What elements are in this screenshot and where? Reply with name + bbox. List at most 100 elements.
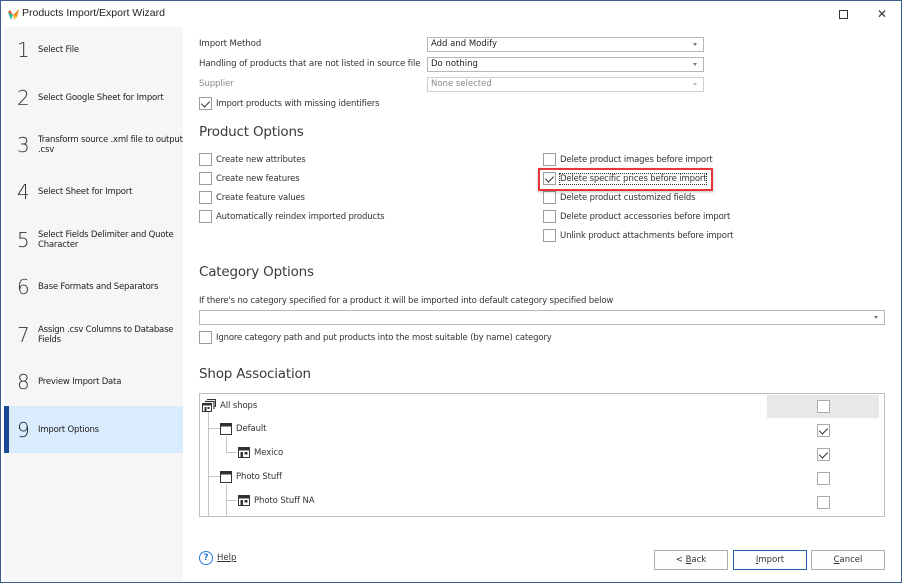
checkbox-checked[interactable] <box>816 424 830 437</box>
back-button[interactable]: < Back <box>654 550 728 570</box>
step-number: 3 <box>17 133 30 157</box>
checkbox[interactable] <box>543 210 556 223</box>
back-prefix: < <box>675 555 686 565</box>
step-base-formats[interactable]: 6 Base Formats and Separators <box>4 274 183 300</box>
checkbox-label: Delete product customized fields <box>560 192 696 203</box>
checkbox[interactable] <box>816 472 830 485</box>
category-options-title: Category Options <box>199 264 314 280</box>
check-cell <box>767 467 879 490</box>
delete-accessories-checkbox[interactable]: Delete product accessories before import <box>543 209 730 224</box>
handling-value: Do nothing <box>431 59 478 69</box>
checkbox[interactable] <box>543 191 556 204</box>
checkbox[interactable] <box>199 191 212 204</box>
step-select-sheet[interactable]: 4 Select Sheet for Import <box>4 179 183 205</box>
step-preview[interactable]: 8 Preview Import Data <box>4 369 183 395</box>
check-cell <box>767 395 879 418</box>
create-features-checkbox[interactable]: Create new features <box>199 171 300 186</box>
checkbox[interactable] <box>543 153 556 166</box>
checkbox-label: Delete product images before import <box>560 154 713 165</box>
import-button[interactable]: Import <box>733 550 807 570</box>
tree-row-photo-stuff-na[interactable]: Photo Stuff NA <box>200 491 884 514</box>
step-label: Import Options <box>38 424 99 435</box>
step-delimiter[interactable]: 5 Select Fields Delimiter and Quote Char… <box>4 227 183 253</box>
close-icon: ✕ <box>876 7 888 21</box>
step-number: 7 <box>17 323 30 347</box>
checkbox-label: Delete product accessories before import <box>560 211 731 222</box>
step-transform-xml[interactable]: 3 Transform source .xml file to output .… <box>4 132 183 158</box>
checkbox-label: Delete specific prices before import <box>558 172 708 185</box>
checkbox[interactable] <box>816 400 830 413</box>
step-number: 6 <box>17 275 30 299</box>
tree-row-default[interactable]: Default <box>200 419 884 442</box>
create-attributes-checkbox[interactable]: Create new attributes <box>199 152 306 167</box>
step-number: 5 <box>17 228 30 252</box>
window-icon <box>220 471 232 483</box>
store-icon <box>238 447 250 458</box>
step-label: Assign .csv Columns to Database Fields <box>38 325 174 345</box>
step-assign-columns[interactable]: 7 Assign .csv Columns to Database Fields <box>4 322 183 348</box>
default-category-select[interactable] <box>199 310 885 325</box>
title-bar: Products Import/Export Wizard ✕ <box>1 1 901 27</box>
missing-identifiers-checkbox[interactable]: Import products with missing identifiers <box>199 96 380 111</box>
delete-specific-prices-checkbox[interactable]: Delete specific prices before import <box>543 171 708 186</box>
step-select-file[interactable]: 1 Select File <box>4 37 183 63</box>
handling-label: Handling of products that are not listed… <box>199 59 421 69</box>
maximize-button[interactable] <box>823 1 863 27</box>
delete-customized-fields-checkbox[interactable]: Delete product customized fields <box>543 190 696 205</box>
check-cell <box>767 419 879 442</box>
checkbox-checked[interactable] <box>543 172 556 185</box>
checkbox[interactable] <box>199 153 212 166</box>
import-method-value: Add and Modify <box>431 39 498 49</box>
create-feature-values-checkbox[interactable]: Create feature values <box>199 190 305 205</box>
supplier-select[interactable]: None selected <box>427 77 704 92</box>
shop-association-title: Shop Association <box>199 366 311 382</box>
node-label: Photo Stuff <box>236 472 282 482</box>
checkbox-label: Create new attributes <box>216 154 306 165</box>
step-label: Preview Import Data <box>38 377 122 387</box>
unlink-attachments-checkbox[interactable]: Unlink product attachments before import <box>543 228 734 243</box>
ignore-category-path-checkbox[interactable]: Ignore category path and put products in… <box>199 330 552 345</box>
cancel-rest: ancel <box>839 555 863 565</box>
checkbox[interactable] <box>543 229 556 242</box>
wizard-steps-sidebar: 1 Select File 2 Select Google Sheet for … <box>4 27 183 581</box>
app-logo-icon <box>8 9 19 20</box>
step-import-options[interactable]: 9 Import Options <box>4 406 183 453</box>
close-button[interactable]: ✕ <box>862 1 902 27</box>
help-link[interactable]: ? Help <box>199 551 236 565</box>
product-options-title: Product Options <box>199 124 304 140</box>
help-icon: ? <box>199 551 213 565</box>
supplier-value: None selected <box>431 79 492 89</box>
cancel-button[interactable]: Cancel <box>811 550 885 570</box>
chevron-down-icon <box>874 316 878 319</box>
tree-row-photo-stuff[interactable]: Photo Stuff <box>200 467 884 490</box>
checkbox-checked[interactable] <box>816 448 830 461</box>
chevron-down-icon <box>693 43 697 46</box>
import-method-select[interactable]: Add and Modify <box>427 37 704 52</box>
tree-row-mexico[interactable]: Mexico <box>200 443 884 466</box>
tree-row-all-shops[interactable]: All shops <box>200 395 884 418</box>
step-label: Select File <box>38 45 79 55</box>
step-label: Transform source .xml file to output .cs… <box>38 135 183 155</box>
delete-images-checkbox[interactable]: Delete product images before import <box>543 152 713 167</box>
reindex-products-checkbox[interactable]: Automatically reindex imported products <box>199 209 385 224</box>
chevron-down-icon <box>693 83 697 86</box>
checkbox-checked[interactable] <box>199 97 212 110</box>
checkbox[interactable] <box>816 496 830 509</box>
handling-select[interactable]: Do nothing <box>427 57 704 72</box>
wizard-window: Products Import/Export Wizard ✕ 1 Select… <box>0 0 902 583</box>
checkbox-label: Create feature values <box>216 192 305 203</box>
checkbox[interactable] <box>199 210 212 223</box>
checkbox-label: Automatically reindex imported products <box>216 211 385 222</box>
checkbox[interactable] <box>199 331 212 344</box>
category-hint: If there's no category specified for a p… <box>199 296 614 306</box>
step-select-google-sheet[interactable]: 2 Select Google Sheet for Import <box>4 85 183 111</box>
shop-tree: All shops Default Mexico Photo Stuff Pho… <box>199 393 885 517</box>
checkbox[interactable] <box>199 172 212 185</box>
step-number: 2 <box>17 86 30 110</box>
window-icon <box>220 423 232 435</box>
supplier-label: Supplier <box>199 79 234 89</box>
checkbox-label: Import products with missing identifiers <box>216 98 380 109</box>
import-rest: mport <box>758 555 785 565</box>
chevron-down-icon <box>693 63 697 66</box>
back-rest: ack <box>691 555 707 565</box>
